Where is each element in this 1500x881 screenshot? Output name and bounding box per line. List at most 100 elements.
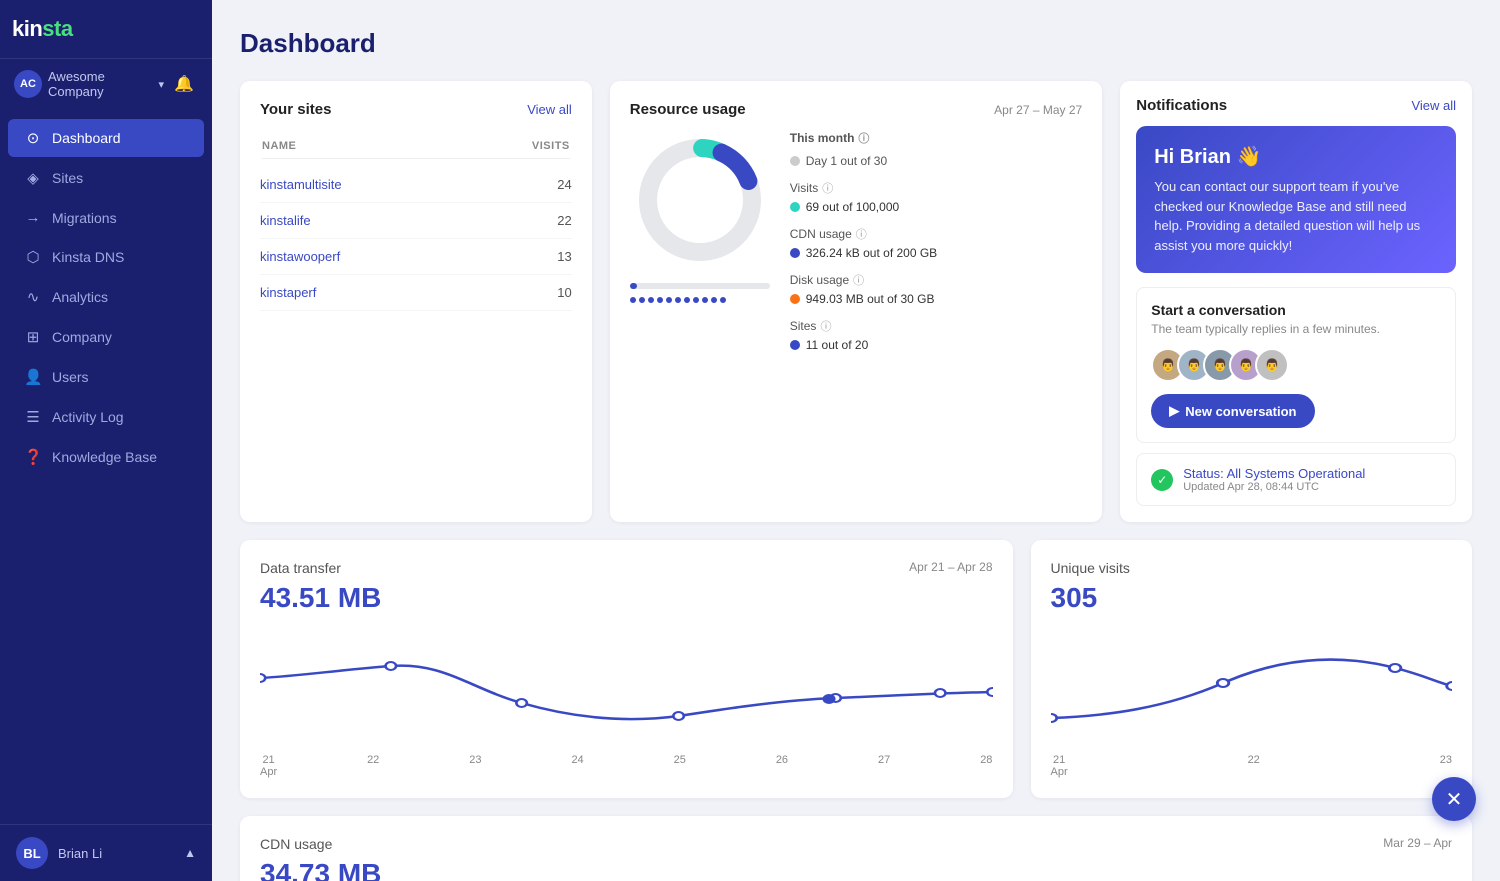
- charts-row: Data transfer Apr 21 – Apr 28 43.51 MB: [240, 540, 1472, 798]
- cdn-date: Mar 29 – Apr: [1383, 836, 1452, 852]
- sites-dot: [790, 340, 800, 350]
- users-icon: 👤: [24, 368, 42, 386]
- sidebar-header: kinsta: [0, 0, 212, 59]
- top-row: Your sites View all NAME VISITS kinstamu…: [240, 81, 1472, 522]
- user-profile[interactable]: BL Brian Li ▲: [0, 824, 212, 881]
- disk-stat: Disk usage ⓘ 949.03 MB out of 30 GB: [790, 272, 1082, 306]
- resource-card-title: Resource usage: [630, 101, 746, 118]
- status-updated: Updated Apr 28, 08:44 UTC: [1183, 481, 1365, 493]
- chart-label: 21Apr: [1051, 754, 1068, 778]
- info-icon[interactable]: ⓘ: [858, 130, 869, 146]
- migrations-icon: →: [24, 209, 42, 226]
- disk-info-icon[interactable]: ⓘ: [853, 272, 864, 288]
- sidebar-item-users[interactable]: 👤 Users: [8, 358, 204, 396]
- site-link[interactable]: kinstawooperf: [260, 249, 340, 264]
- sidebar-item-kinsta-dns[interactable]: ⬡ Kinsta DNS: [8, 238, 204, 276]
- unique-visits-chart: [1051, 628, 1452, 748]
- conversation-card: Start a conversation The team typically …: [1136, 287, 1456, 443]
- sidebar-item-label: Knowledge Base: [52, 449, 157, 465]
- nav-items: ⊙ Dashboard ◈ Sites → Migrations ⬡ Kinst…: [0, 109, 212, 824]
- sidebar-item-migrations[interactable]: → Migrations: [8, 199, 204, 236]
- greeting-body: You can contact our support team if you'…: [1154, 177, 1438, 255]
- close-float-button[interactable]: ✕: [1432, 777, 1476, 821]
- unique-visits-value: 305: [1051, 582, 1452, 614]
- notification-banner: Hi Brian 👋 You can contact our support t…: [1136, 126, 1456, 273]
- donut-chart: [630, 130, 770, 290]
- chart-label: 21Apr: [260, 754, 277, 778]
- sidebar-item-sites[interactable]: ◈ Sites: [8, 159, 204, 197]
- chart-label: 24: [571, 754, 583, 778]
- day-label: Day 1 out of 30: [806, 154, 887, 168]
- resource-stats: This month ⓘ Day 1 out of 30 Visits ⓘ: [790, 130, 1082, 364]
- unique-visits-x-labels: 21Apr 22 23: [1051, 754, 1452, 778]
- site-link[interactable]: kinstalife: [260, 213, 311, 228]
- company-avatar: AC: [14, 70, 42, 98]
- sidebar-item-label: Users: [52, 369, 89, 385]
- new-conversation-button[interactable]: ▶ New conversation: [1151, 394, 1314, 428]
- chart-label: 22: [367, 754, 379, 778]
- cdn-value: 34.73 MB: [260, 858, 1452, 881]
- convo-title: Start a conversation: [1151, 302, 1441, 318]
- unique-visits-card: Unique visits 305 21Apr 22 23: [1031, 540, 1472, 798]
- this-month-label: This month ⓘ: [790, 130, 1082, 146]
- chart-label: 25: [674, 754, 686, 778]
- sites-card-header: Your sites View all: [260, 101, 572, 118]
- site-link[interactable]: kinstamultisite: [260, 177, 342, 192]
- sidebar: kinsta AC Awesome Company ▾ 🔔 ⊙ Dashboar…: [0, 0, 212, 881]
- col-visits: VISITS: [532, 140, 570, 152]
- check-icon: ✓: [1157, 473, 1167, 487]
- sites-view-all-link[interactable]: View all: [527, 102, 572, 117]
- sites-info-icon[interactable]: ⓘ: [820, 318, 831, 334]
- sidebar-item-label: Activity Log: [52, 409, 124, 425]
- visits-info-icon[interactable]: ⓘ: [822, 180, 833, 196]
- analytics-icon: ∿: [24, 288, 42, 306]
- sidebar-item-knowledge-base[interactable]: ❓ Knowledge Base: [8, 438, 204, 476]
- sites-list: kinstamultisite 24 kinstalife 22 kinstaw…: [260, 167, 572, 311]
- day-dot: [790, 156, 800, 166]
- chart-label: 23: [469, 754, 481, 778]
- sidebar-item-label: Migrations: [52, 210, 117, 226]
- sites-card-title: Your sites: [260, 101, 331, 118]
- sidebar-item-analytics[interactable]: ∿ Analytics: [8, 278, 204, 316]
- company-icon: ⊞: [24, 328, 42, 346]
- activity-log-icon: ☰: [24, 408, 42, 426]
- resource-body: This month ⓘ Day 1 out of 30 Visits ⓘ: [630, 130, 1082, 364]
- resource-usage-card: Resource usage Apr 27 – May 27: [610, 81, 1102, 522]
- disk-dot: [790, 294, 800, 304]
- notification-bell-button[interactable]: 🔔: [170, 70, 198, 98]
- data-transfer-chart: [260, 628, 993, 748]
- company-selector[interactable]: AC Awesome Company ▾ 🔔: [0, 59, 212, 109]
- notifications-card: Notifications View all Hi Brian 👋 You ca…: [1120, 81, 1472, 522]
- unique-visits-title: Unique visits: [1051, 560, 1130, 576]
- avatar: BL: [16, 837, 48, 869]
- knowledge-base-icon: ❓: [24, 448, 42, 466]
- sidebar-item-activity-log[interactable]: ☰ Activity Log: [8, 398, 204, 436]
- visits-dot: [790, 202, 800, 212]
- sites-card: Your sites View all NAME VISITS kinstamu…: [240, 81, 592, 522]
- expand-icon: ▲: [184, 846, 196, 860]
- sidebar-item-dashboard[interactable]: ⊙ Dashboard: [8, 119, 204, 157]
- chart-label: 28: [980, 754, 992, 778]
- convo-subtitle: The team typically replies in a few minu…: [1151, 322, 1441, 336]
- site-link[interactable]: kinstaperf: [260, 285, 316, 300]
- status-label: Status: All Systems Operational: [1183, 466, 1365, 481]
- site-visits: 13: [557, 249, 571, 264]
- dns-icon: ⬡: [24, 248, 42, 266]
- status-indicator: ✓: [1151, 469, 1173, 491]
- sidebar-item-company[interactable]: ⊞ Company: [8, 318, 204, 356]
- chart-label: 27: [878, 754, 890, 778]
- cdn-stat: CDN usage ⓘ 326.24 kB out of 200 GB: [790, 226, 1082, 260]
- sidebar-item-label: Kinsta DNS: [52, 249, 124, 265]
- col-name: NAME: [262, 140, 296, 152]
- site-row: kinstaperf 10: [260, 275, 572, 311]
- kinsta-logo: kinsta: [12, 16, 73, 42]
- visits-stat: Visits ⓘ 69 out of 100,000: [790, 180, 1082, 214]
- notifications-header: Notifications View all: [1136, 97, 1456, 114]
- notifications-view-all-link[interactable]: View all: [1411, 98, 1456, 113]
- page-title: Dashboard: [240, 28, 1472, 59]
- site-visits: 22: [557, 213, 571, 228]
- cdn-info-icon[interactable]: ⓘ: [856, 226, 867, 242]
- sidebar-item-label: Sites: [52, 170, 83, 186]
- chart-label: 26: [776, 754, 788, 778]
- chevron-down-icon: ▾: [159, 78, 165, 91]
